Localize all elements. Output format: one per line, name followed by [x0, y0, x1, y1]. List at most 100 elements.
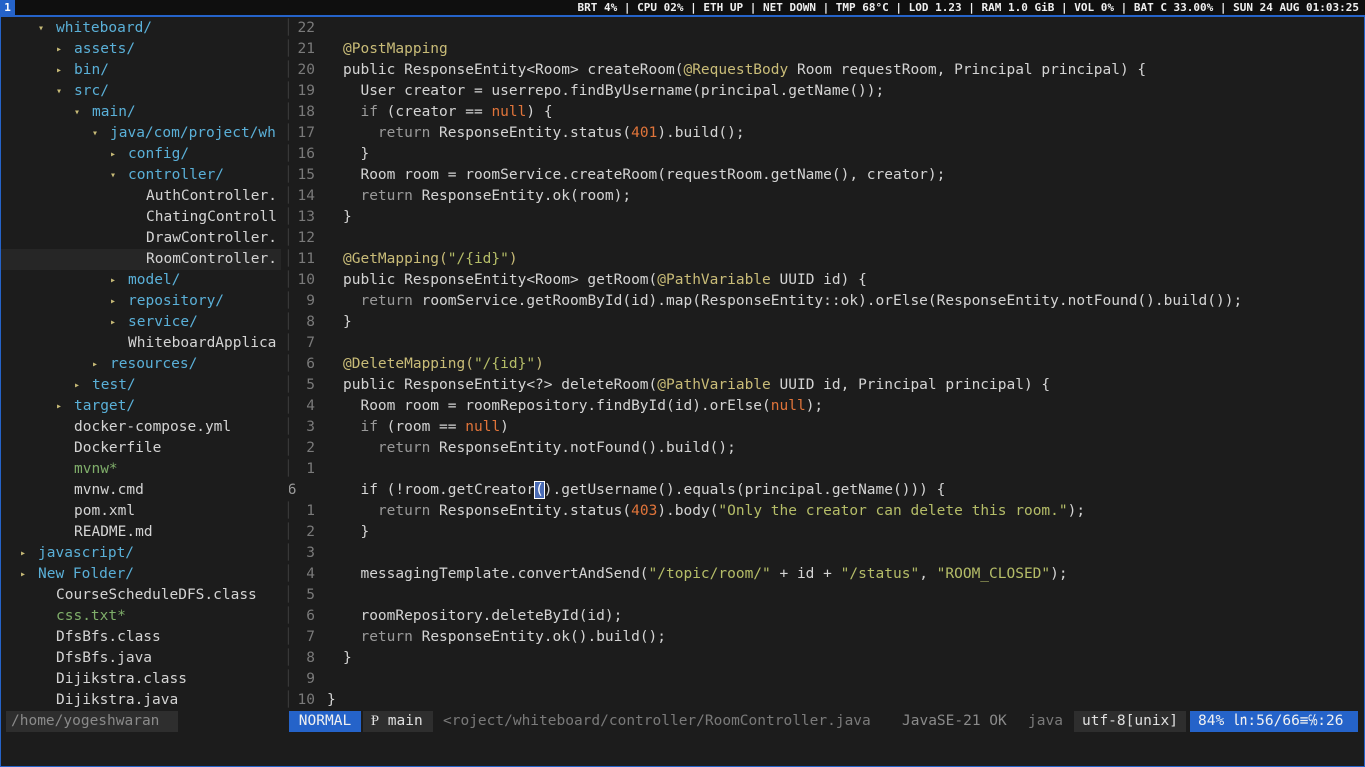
- code-line[interactable]: 20 public ResponseEntity<Room> createRoom…: [289, 60, 1364, 81]
- workspace-indicator[interactable]: 1: [0, 0, 15, 15]
- code-line[interactable]: 17 return ResponseEntity.status(401).bui…: [289, 123, 1364, 144]
- collapsed-arrow-icon[interactable]: ▸: [56, 396, 74, 417]
- collapsed-arrow-icon[interactable]: ▸: [20, 543, 38, 564]
- tree-file[interactable]: css.txt*: [1, 606, 281, 627]
- code-line[interactable]: 4 Room room = roomRepository.findById(id…: [289, 396, 1364, 417]
- tree-folder[interactable]: ▸ resources/: [1, 354, 281, 375]
- tree-file[interactable]: pom.xml: [1, 501, 281, 522]
- collapsed-arrow-icon[interactable]: ▸: [110, 312, 128, 333]
- code-line[interactable]: 3: [289, 543, 1364, 564]
- code-token: ResponseEntity.status(: [430, 125, 632, 141]
- tree-file[interactable]: DrawController.: [1, 228, 281, 249]
- tree-folder[interactable]: ▾ main/: [1, 102, 281, 123]
- separator-bar: │: [284, 251, 293, 267]
- tree-file[interactable]: Dijikstra.java: [1, 690, 281, 711]
- collapsed-arrow-icon[interactable]: ▸: [110, 144, 128, 165]
- tree-folder[interactable]: ▸ service/: [1, 312, 281, 333]
- tree-folder[interactable]: ▾ src/: [1, 81, 281, 102]
- code-line[interactable]: 6 roomRepository.deleteById(id);: [289, 606, 1364, 627]
- tree-file[interactable]: Dockerfile: [1, 438, 281, 459]
- tree-file[interactable]: DfsBfs.java: [1, 648, 281, 669]
- tree-folder[interactable]: ▸ New Folder/: [1, 564, 281, 585]
- tree-file[interactable]: mvnw*: [1, 459, 281, 480]
- code-line[interactable]: 5 public ResponseEntity<?> deleteRoom(@Pa…: [289, 375, 1364, 396]
- tree-folder[interactable]: ▾ controller/: [1, 165, 281, 186]
- code-line[interactable]: 8}: [289, 648, 1364, 669]
- separator-bar: │: [284, 377, 293, 393]
- tree-label: test/: [92, 377, 136, 393]
- file-path: <roject/whiteboard/controller/RoomContro…: [443, 713, 871, 729]
- collapsed-arrow-icon[interactable]: ▸: [56, 60, 74, 81]
- code-line[interactable]: 16 }: [289, 144, 1364, 165]
- code-token: "/topic/room/": [648, 566, 771, 582]
- tree-file[interactable]: AuthController.: [1, 186, 281, 207]
- code-line[interactable]: 19 User creator = userrepo.findByUsernam…: [289, 81, 1364, 102]
- expanded-arrow-icon[interactable]: ▾: [110, 165, 128, 186]
- code-line[interactable]: 10}: [289, 690, 1364, 711]
- code-line[interactable]: 15 Room room = roomService.createRoom(re…: [289, 165, 1364, 186]
- collapsed-arrow-icon[interactable]: ▸: [20, 564, 38, 585]
- code-line[interactable]: 2 return ResponseEntity.notFound().build…: [289, 438, 1364, 459]
- code-line[interactable]: 4 messagingTemplate.convertAndSend("/top…: [289, 564, 1364, 585]
- tree-folder[interactable]: ▸ config/: [1, 144, 281, 165]
- tree-folder[interactable]: ▸ target/: [1, 396, 281, 417]
- git-branch: Ᵽ main: [363, 711, 433, 732]
- tree-folder[interactable]: ▸ model/: [1, 270, 281, 291]
- tree-folder[interactable]: ▸ test/: [1, 375, 281, 396]
- collapsed-arrow-icon[interactable]: ▸: [110, 270, 128, 291]
- tree-label: New Folder/: [38, 566, 135, 582]
- tree-file[interactable]: docker-compose.yml: [1, 417, 281, 438]
- code-line[interactable]: 9 return roomService.getRoomById(id).map…: [289, 291, 1364, 312]
- tree-file[interactable]: ChatingControll: [1, 207, 281, 228]
- tree-folder[interactable]: ▾ whiteboard/: [1, 18, 281, 39]
- code-line[interactable]: 11 @GetMapping("/{id}"): [289, 249, 1364, 270]
- code-line[interactable]: 22: [289, 18, 1364, 39]
- expanded-arrow-icon[interactable]: ▾: [56, 81, 74, 102]
- code-line[interactable]: 2 }: [289, 522, 1364, 543]
- expanded-arrow-icon[interactable]: ▾: [38, 18, 56, 39]
- expanded-arrow-icon[interactable]: ▾: [92, 123, 110, 144]
- code-token: 401: [631, 125, 658, 141]
- code-token: null: [770, 398, 806, 414]
- code-editor[interactable]: 22 21 @PostMapping 20 public ResponseEntity<…: [289, 17, 1364, 722]
- code-token: "Only the creator can delete this room.": [718, 503, 1068, 519]
- code-line[interactable]: 1 return ResponseEntity.status(403).body…: [289, 501, 1364, 522]
- code-line[interactable]: 56 if (!room.getCreator().getUsername().…: [289, 480, 1364, 501]
- tree-file[interactable]: Dijikstra.class: [1, 669, 281, 690]
- code-line[interactable]: 12: [289, 228, 1364, 249]
- tree-folder[interactable]: ▸ bin/: [1, 60, 281, 81]
- tree-file[interactable]: RoomController.: [1, 249, 281, 270]
- code-line[interactable]: 10 public ResponseEntity<Room> getRoom(@P…: [289, 270, 1364, 291]
- tree-file[interactable]: README.md: [1, 522, 281, 543]
- tree-label: CourseScheduleDFS.class: [56, 587, 257, 603]
- code-token: + id +: [770, 566, 841, 582]
- code-line[interactable]: 7: [289, 333, 1364, 354]
- code-line[interactable]: 21 @PostMapping: [289, 39, 1364, 60]
- collapsed-arrow-icon[interactable]: ▸: [110, 291, 128, 312]
- code-line[interactable]: 14 return ResponseEntity.ok(room);: [289, 186, 1364, 207]
- separator-bar: │: [284, 356, 293, 372]
- tree-folder[interactable]: ▾ java/com/project/wh: [1, 123, 281, 144]
- expanded-arrow-icon[interactable]: ▾: [74, 102, 92, 123]
- code-line[interactable]: 13}: [289, 207, 1364, 228]
- tree-folder[interactable]: ▸ repository/: [1, 291, 281, 312]
- collapsed-arrow-icon[interactable]: ▸: [92, 354, 110, 375]
- code-line[interactable]: 18 if (creator == null) {: [289, 102, 1364, 123]
- code-line[interactable]: 1: [289, 459, 1364, 480]
- tree-file[interactable]: WhiteboardApplica: [1, 333, 281, 354]
- tree-folder[interactable]: ▸ assets/: [1, 39, 281, 60]
- code-line[interactable]: 8}: [289, 312, 1364, 333]
- code-line[interactable]: 3 if (room == null): [289, 417, 1364, 438]
- collapsed-arrow-icon[interactable]: ▸: [56, 39, 74, 60]
- code-token: );: [1050, 566, 1068, 582]
- tree-file[interactable]: CourseScheduleDFS.class: [1, 585, 281, 606]
- collapsed-arrow-icon[interactable]: ▸: [74, 375, 92, 396]
- tree-file[interactable]: DfsBfs.class: [1, 627, 281, 648]
- code-line[interactable]: 6 @DeleteMapping("/{id}"): [289, 354, 1364, 375]
- code-line[interactable]: 9: [289, 669, 1364, 690]
- code-line[interactable]: 5: [289, 585, 1364, 606]
- code-line[interactable]: 7 return ResponseEntity.ok().build();: [289, 627, 1364, 648]
- tree-folder[interactable]: ▸ javascript/: [1, 543, 281, 564]
- tree-file[interactable]: mvnw.cmd: [1, 480, 281, 501]
